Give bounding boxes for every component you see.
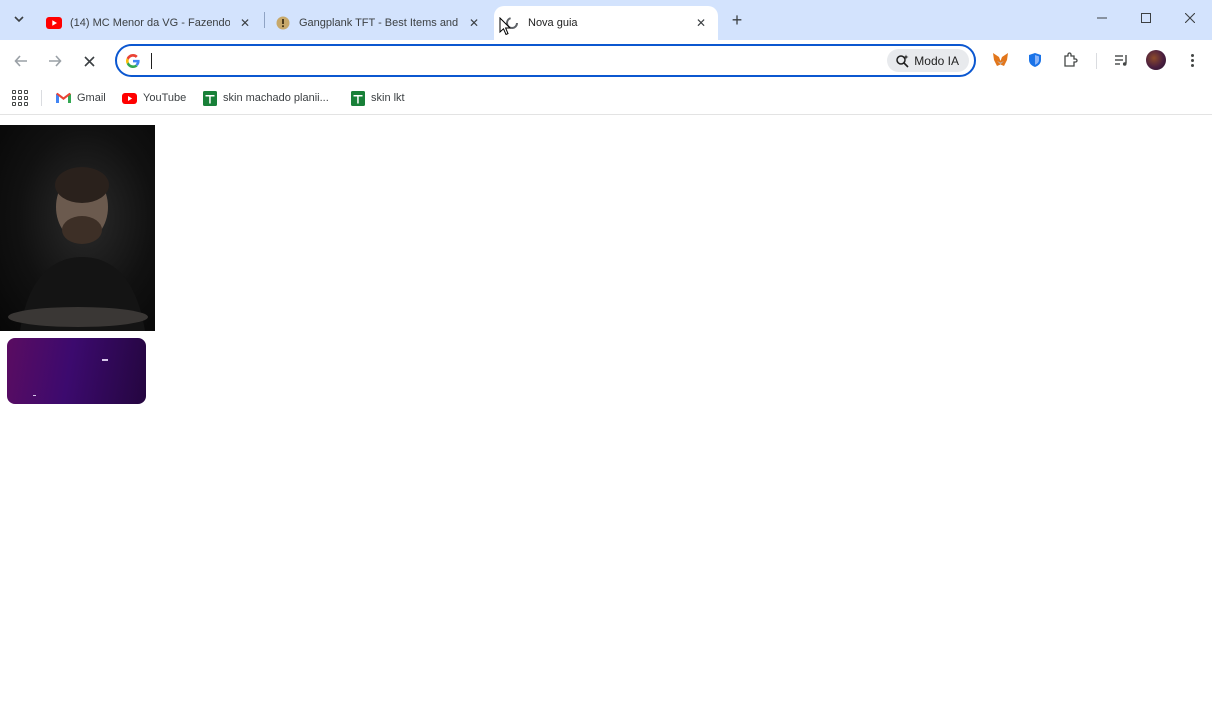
back-button[interactable]: [7, 48, 35, 74]
browser-toolbar: Modo IA: [0, 40, 1212, 82]
gmail-icon: [56, 91, 71, 106]
webcam-overlay: [0, 125, 155, 331]
arrow-left-icon: [14, 55, 27, 67]
minimize-button[interactable]: [1080, 0, 1124, 36]
youtube-icon: [46, 15, 62, 31]
bookmark-gmail[interactable]: Gmail: [56, 87, 106, 109]
tab-close-icon[interactable]: ✕: [692, 14, 710, 32]
media-queue-icon: [1115, 55, 1127, 66]
ai-mode-button[interactable]: Modo IA: [887, 49, 969, 72]
bookmark-skin-lkt[interactable]: skin lkt: [350, 87, 405, 109]
bookmark-skin-machado[interactable]: skin machado planii...: [202, 87, 329, 109]
text-caret: [151, 53, 152, 69]
tab-gangplank[interactable]: Gangplank TFT - Best Items and ✕: [265, 6, 491, 40]
address-bar[interactable]: Modo IA: [115, 44, 976, 77]
bookmark-label: skin lkt: [371, 92, 405, 104]
maximize-icon: [1141, 13, 1151, 23]
bookmark-youtube[interactable]: YouTube: [122, 87, 186, 109]
stop-loading-button[interactable]: [75, 48, 103, 74]
close-icon: [1185, 13, 1195, 23]
youtube-icon: [122, 91, 137, 106]
tab-youtube[interactable]: (14) MC Menor da VG - Fazendo ✕: [36, 6, 262, 40]
puzzle-extensions-icon: [1064, 52, 1078, 67]
tab-title: Gangplank TFT - Best Items and: [299, 17, 459, 29]
tab-title: (14) MC Menor da VG - Fazendo: [70, 17, 230, 29]
plus-icon: +: [731, 9, 743, 30]
shield-extension-button[interactable]: [1025, 50, 1045, 70]
bookmark-label: Gmail: [77, 92, 106, 104]
tab-close-icon[interactable]: ✕: [236, 14, 254, 32]
bookmark-label: skin machado planii...: [223, 92, 329, 104]
new-tab-button[interactable]: +: [724, 7, 750, 33]
apps-grid-icon[interactable]: [10, 88, 28, 106]
sparkle-search-icon: [896, 54, 909, 68]
bookmark-label: YouTube: [143, 92, 187, 104]
bookmarks-bar: Gmail YouTube skin machado planii... ski…: [0, 82, 1212, 115]
address-input[interactable]: [150, 50, 870, 72]
video-preview-thumbnail: [7, 338, 146, 404]
maximize-button[interactable]: [1124, 0, 1168, 36]
tab-strip: (14) MC Menor da VG - Fazendo ✕ Gangplan…: [0, 0, 1212, 40]
mobalytics-icon: [275, 15, 291, 31]
person-silhouette: [8, 167, 148, 331]
tab-title: Nova guia: [528, 17, 578, 29]
minimize-icon: [1097, 17, 1107, 19]
sheets-icon: [350, 90, 365, 106]
tab-new-tab[interactable]: Nova guia ✕: [494, 6, 718, 40]
sheets-icon: [202, 90, 217, 106]
toolbar-separator: [1096, 53, 1097, 69]
avatar[interactable]: [1146, 50, 1166, 70]
ai-mode-label: Modo IA: [914, 53, 959, 68]
more-vert-icon[interactable]: [1182, 49, 1202, 71]
google-g-icon: [126, 54, 140, 68]
tab-search-button[interactable]: [7, 8, 31, 30]
extensions-button[interactable]: [1060, 50, 1080, 70]
metamask-fox-icon: [992, 53, 1008, 66]
chevron-down-icon: [14, 16, 24, 23]
media-control-button[interactable]: [1112, 50, 1132, 70]
forward-button[interactable]: [41, 48, 69, 74]
bookmark-separator: [41, 90, 42, 106]
shield-extension-icon: [1029, 53, 1041, 67]
tab-close-icon[interactable]: ✕: [465, 14, 483, 32]
arrow-right-icon: [49, 55, 62, 67]
close-window-button[interactable]: [1168, 0, 1212, 36]
metamask-extension-button[interactable]: [990, 50, 1010, 70]
close-icon: [83, 55, 95, 67]
mouse-cursor-icon: [499, 17, 512, 36]
